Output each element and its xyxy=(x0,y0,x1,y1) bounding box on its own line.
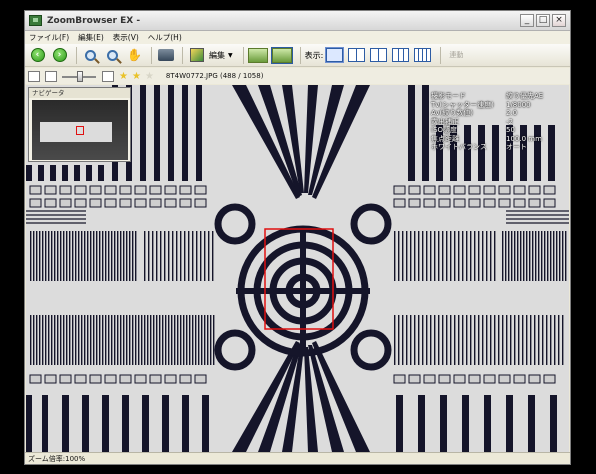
zoom-in-button[interactable] xyxy=(81,46,100,65)
navigator-title: ナビゲータ xyxy=(29,88,130,98)
main-toolbar: ‹ › ✋ 編集 ▼ 表示: 連動 xyxy=(25,44,570,67)
link-view-button[interactable]: 連動 xyxy=(449,50,463,60)
rating-stars[interactable]: ★ ★ ★ xyxy=(119,71,158,82)
shooting-info-key: Tv(シャッター速度) xyxy=(431,100,494,109)
single-view-button[interactable] xyxy=(271,47,292,63)
toolbar-separator xyxy=(151,46,152,64)
menu-help[interactable]: ヘルプ(H) xyxy=(148,32,182,43)
shooting-info-overlay: 撮影モード 絞り優先AE Tv(シャッター速度) 1/8000 Av(絞り数値) 2.0 露… xyxy=(431,92,563,152)
zoom-slider[interactable] xyxy=(62,70,96,82)
layout-three-button[interactable] xyxy=(392,48,410,62)
app-window: ZoomBrowser EX - _ □ × ファイル(F) 編集(E) 表示(… xyxy=(24,10,571,465)
shooting-info-key: 撮影モード xyxy=(431,92,466,100)
secondary-toolbar: ★ ★ ★ 8T4W0772.JPG (488 / 1058) xyxy=(25,68,570,84)
shooting-info-key: ホワイトバランス xyxy=(431,143,487,151)
zoom-in-icon xyxy=(85,49,96,61)
shooting-info-value: 100.0 mm xyxy=(506,134,542,143)
rating-star-icon[interactable]: ★ xyxy=(145,71,154,82)
toolbar-separator xyxy=(242,46,244,64)
fit-window-icon[interactable] xyxy=(28,70,40,82)
dropdown-arrow-icon[interactable]: ▼ xyxy=(228,52,233,59)
shooting-info-row: 撮影モード 絞り優先AE xyxy=(431,92,563,101)
status-bar: ズーム倍率:100% xyxy=(25,452,570,464)
shooting-info-key: 露出補正 xyxy=(431,117,459,126)
compare-view-button[interactable] xyxy=(247,47,268,63)
shooting-info-value: 絞り優先AE xyxy=(506,92,544,100)
toolbar-separator xyxy=(440,46,442,64)
hand-tool-button[interactable]: ✋ xyxy=(125,46,144,65)
forward-arrow-icon: › xyxy=(52,48,67,62)
layout-two-vertical-button[interactable] xyxy=(370,48,388,62)
shooting-info-row: Av(絞り数値) 2.0 xyxy=(431,109,563,118)
shooting-info-key: Av(絞り数値) xyxy=(431,109,473,117)
shooting-info-value: 50 xyxy=(506,126,515,134)
rating-star-icon[interactable]: ★ xyxy=(132,71,141,82)
shooting-info-value: 1/8000 xyxy=(506,100,531,109)
printer-icon xyxy=(157,49,174,61)
window-title: ZoomBrowser EX - xyxy=(47,15,141,26)
toolbar-separator xyxy=(299,46,301,64)
shooting-info-row: Tv(シャッター速度) 1/8000 xyxy=(431,101,563,110)
edit-button[interactable] xyxy=(187,46,206,65)
zoom-out-button[interactable] xyxy=(103,46,122,65)
shooting-info-value: -2 xyxy=(506,117,513,126)
shooting-info-row: ホワイトバランス オート xyxy=(431,143,563,152)
layout-two-horizontal-button[interactable] xyxy=(348,48,366,62)
actual-size-icon[interactable] xyxy=(45,70,57,82)
menu-bar: ファイル(F) 編集(E) 表示(V) ヘルプ(H) xyxy=(25,31,570,44)
forward-button[interactable]: › xyxy=(50,46,69,65)
minimize-button[interactable]: _ xyxy=(520,14,534,27)
layout-four-button[interactable] xyxy=(414,48,432,62)
back-button[interactable]: ‹ xyxy=(28,46,47,65)
zoombrowser-app-icon[interactable] xyxy=(29,15,42,26)
print-button[interactable] xyxy=(156,46,175,65)
navigator-panel[interactable]: ナビゲータ xyxy=(28,87,131,162)
hand-icon: ✋ xyxy=(127,48,142,62)
file-info: 8T4W0772.JPG (488 / 1058) xyxy=(165,72,264,80)
maximize-button[interactable]: □ xyxy=(536,14,550,27)
shooting-info-row: ISO感度 50 xyxy=(431,126,563,135)
zoom-status: ズーム倍率:100% xyxy=(28,455,86,463)
edit-icon xyxy=(189,48,204,62)
shooting-info-value: 2.0 xyxy=(506,109,518,117)
zoom-out-icon xyxy=(107,49,118,61)
fullscreen-icon[interactable] xyxy=(102,70,114,82)
navigator-selection-box[interactable] xyxy=(76,126,84,135)
close-button[interactable]: × xyxy=(552,14,566,27)
layout-single-button[interactable] xyxy=(326,48,344,62)
shooting-info-value: オート xyxy=(506,143,527,151)
zoom-slider-thumb[interactable] xyxy=(77,70,83,82)
menu-edit[interactable]: 編集(E) xyxy=(78,32,104,43)
shooting-info-row: 焦点距離 100.0 mm xyxy=(431,135,563,144)
toolbar-separator xyxy=(76,46,77,64)
edit-menu-label[interactable]: 編集 xyxy=(209,50,225,61)
shooting-info-key: 焦点距離 xyxy=(431,134,459,143)
navigator-thumbnail[interactable] xyxy=(32,100,128,160)
display-label: 表示: xyxy=(304,50,324,60)
back-arrow-icon: ‹ xyxy=(30,48,45,62)
rating-star-icon[interactable]: ★ xyxy=(119,71,128,82)
shooting-info-key: ISO感度 xyxy=(431,126,458,134)
image-viewer[interactable]: ナビゲータ 撮影モード 絞り優先AE Tv(シャッター速度) 1/8000 Av(絞り数… xyxy=(26,85,569,452)
toolbar-separator xyxy=(182,46,183,64)
menu-file[interactable]: ファイル(F) xyxy=(29,32,69,43)
menu-view[interactable]: 表示(V) xyxy=(113,32,139,43)
shooting-info-row: 露出補正 -2 xyxy=(431,118,563,127)
title-bar[interactable]: ZoomBrowser EX - _ □ × xyxy=(25,11,570,31)
